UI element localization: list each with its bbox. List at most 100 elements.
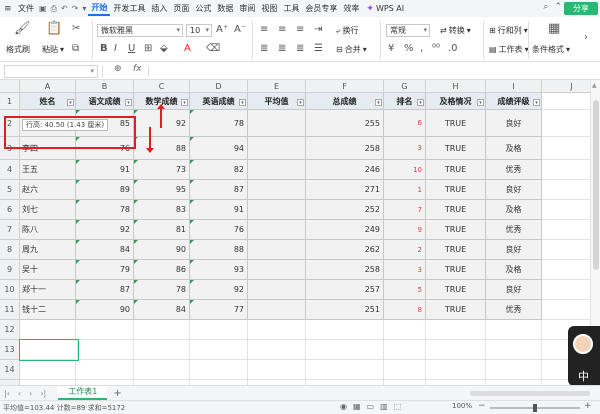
table-cell[interactable]: 良好 — [486, 110, 542, 137]
align-center-icon[interactable]: ≣ — [278, 43, 286, 54]
percent-icon[interactable]: % — [404, 43, 414, 54]
empty-cell[interactable] — [542, 93, 590, 110]
table-cell[interactable]: 92 — [76, 220, 134, 240]
table-cell[interactable]: TRUE — [426, 137, 486, 160]
prev-sheet-icon[interactable]: ‹ — [14, 389, 25, 398]
indent-icon[interactable]: ⇥ — [314, 24, 322, 35]
format-painter-button[interactable]: 格式刷 — [6, 44, 30, 55]
empty-cell[interactable] — [76, 340, 134, 360]
empty-cell[interactable] — [306, 360, 384, 380]
table-cell[interactable] — [248, 220, 306, 240]
reading-view-icon[interactable]: ⬚ — [394, 402, 402, 411]
table-cell[interactable]: 79 — [76, 260, 134, 280]
table-cell[interactable]: 93 — [190, 260, 248, 280]
tab-page[interactable]: 页面 — [170, 3, 192, 14]
empty-cell[interactable] — [384, 320, 426, 340]
increase-font-icon[interactable]: A⁺ — [216, 24, 228, 35]
tab-view[interactable]: 视图 — [258, 3, 280, 14]
table-cell[interactable]: 陈八 — [20, 220, 76, 240]
table-cell[interactable]: 89 — [76, 180, 134, 200]
filter-dropdown-icon[interactable]: ▾ — [125, 99, 132, 106]
table-cell[interactable] — [248, 280, 306, 300]
filter-dropdown-icon[interactable]: ▾ — [417, 99, 424, 106]
empty-cell[interactable] — [190, 340, 248, 360]
comma-style-icon[interactable]: , — [420, 43, 423, 54]
currency-icon[interactable]: ¥ — [388, 43, 394, 54]
table-cell[interactable]: 246 — [306, 160, 384, 180]
table-cell[interactable]: 91 — [76, 160, 134, 180]
empty-cell[interactable] — [542, 220, 590, 240]
table-cell[interactable]: 76 — [190, 220, 248, 240]
menu-icon[interactable]: ≡ — [4, 4, 16, 14]
table-cell[interactable]: 6 — [384, 110, 426, 137]
italic-button[interactable]: I — [114, 43, 117, 54]
rows-cols-button[interactable]: ⊞ 行和列 ▾ — [489, 25, 528, 36]
decrease-decimal-icon[interactable]: .0 — [448, 43, 458, 54]
table-cell[interactable]: 良好 — [486, 180, 542, 200]
align-middle-icon[interactable]: ≡ — [278, 24, 286, 35]
table-cell[interactable]: TRUE — [426, 200, 486, 220]
empty-cell[interactable] — [190, 320, 248, 340]
spreadsheet-grid[interactable]: ABCDEFGHIJ123456789101112131415姓名▾语文成绩▾数… — [0, 80, 590, 385]
convert-button[interactable]: ⇄ 转换 ▾ — [440, 25, 471, 36]
empty-cell[interactable] — [486, 340, 542, 360]
row-header[interactable]: 9 — [0, 260, 20, 280]
search-icon[interactable]: ⌕ — [543, 2, 548, 12]
clear-format-icon[interactable]: ⌫ — [206, 43, 220, 54]
filter-dropdown-icon[interactable]: ▾ — [297, 99, 304, 106]
table-cell[interactable]: 251 — [306, 300, 384, 320]
table-cell[interactable]: 7 — [384, 200, 426, 220]
zoom-in-icon[interactable]: + — [584, 401, 592, 411]
table-cell[interactable] — [248, 180, 306, 200]
empty-cell[interactable] — [542, 300, 590, 320]
table-cell[interactable]: 吴十 — [20, 260, 76, 280]
row-header[interactable]: 8 — [0, 240, 20, 260]
header-cell[interactable]: 及格情况 ▾ — [426, 93, 486, 110]
cut-icon[interactable]: ✂ — [72, 23, 80, 34]
table-cell[interactable]: 87 — [76, 280, 134, 300]
eye-protect-icon[interactable]: ◉ — [340, 402, 347, 411]
row-header[interactable]: 10 — [0, 280, 20, 300]
empty-cell[interactable] — [190, 360, 248, 380]
name-box[interactable]: ▾ — [4, 65, 98, 78]
zoom-slider[interactable] — [490, 404, 580, 412]
more-icon[interactable]: ▾ — [80, 4, 88, 13]
row-header[interactable]: 11 — [0, 300, 20, 320]
column-header[interactable]: I — [486, 80, 542, 93]
table-cell[interactable]: 及格 — [486, 200, 542, 220]
fx-icon[interactable]: fx — [133, 64, 142, 74]
font-name-select[interactable]: 微软雅黑 ▾ — [97, 24, 183, 37]
column-header[interactable]: F — [306, 80, 384, 93]
column-header[interactable]: J — [542, 80, 590, 93]
empty-cell[interactable] — [20, 360, 76, 380]
table-cell[interactable]: 1 — [384, 180, 426, 200]
table-cell[interactable]: 77 — [190, 300, 248, 320]
copy-icon[interactable]: ⧉ — [72, 43, 79, 54]
table-cell[interactable]: 3 — [384, 260, 426, 280]
file-menu[interactable]: 文件 — [16, 3, 37, 14]
border-icon[interactable]: ⊞ — [144, 43, 152, 54]
empty-cell[interactable] — [542, 137, 590, 160]
empty-cell[interactable] — [134, 320, 190, 340]
wrap-button[interactable]: ⤶ 换行 — [336, 25, 358, 36]
table-cell[interactable]: TRUE — [426, 110, 486, 137]
empty-cell[interactable] — [426, 340, 486, 360]
table-cell[interactable]: 8 — [384, 300, 426, 320]
table-cell[interactable]: 3 — [384, 137, 426, 160]
table-cell[interactable]: 9 — [384, 220, 426, 240]
table-cell[interactable]: 258 — [306, 260, 384, 280]
paste-icon[interactable]: 📋 — [46, 21, 62, 36]
zoom-out-icon[interactable]: − — [478, 401, 486, 411]
table-cell[interactable]: 257 — [306, 280, 384, 300]
table-cell[interactable]: 91 — [190, 200, 248, 220]
filter-dropdown-icon[interactable]: ▾ — [181, 99, 188, 106]
table-cell[interactable]: 良好 — [486, 240, 542, 260]
normal-view-icon[interactable]: ▦ — [353, 402, 361, 411]
empty-cell[interactable] — [20, 320, 76, 340]
assistant-avatar[interactable]: 中 — [568, 326, 600, 386]
row-header[interactable]: 4 — [0, 160, 20, 180]
tab-efficiency[interactable]: 效率 — [340, 3, 362, 14]
row-header[interactable]: 7 — [0, 220, 20, 240]
align-bottom-icon[interactable]: ≡ — [296, 24, 304, 35]
header-cell[interactable]: 平均值 ▾ — [248, 93, 306, 110]
